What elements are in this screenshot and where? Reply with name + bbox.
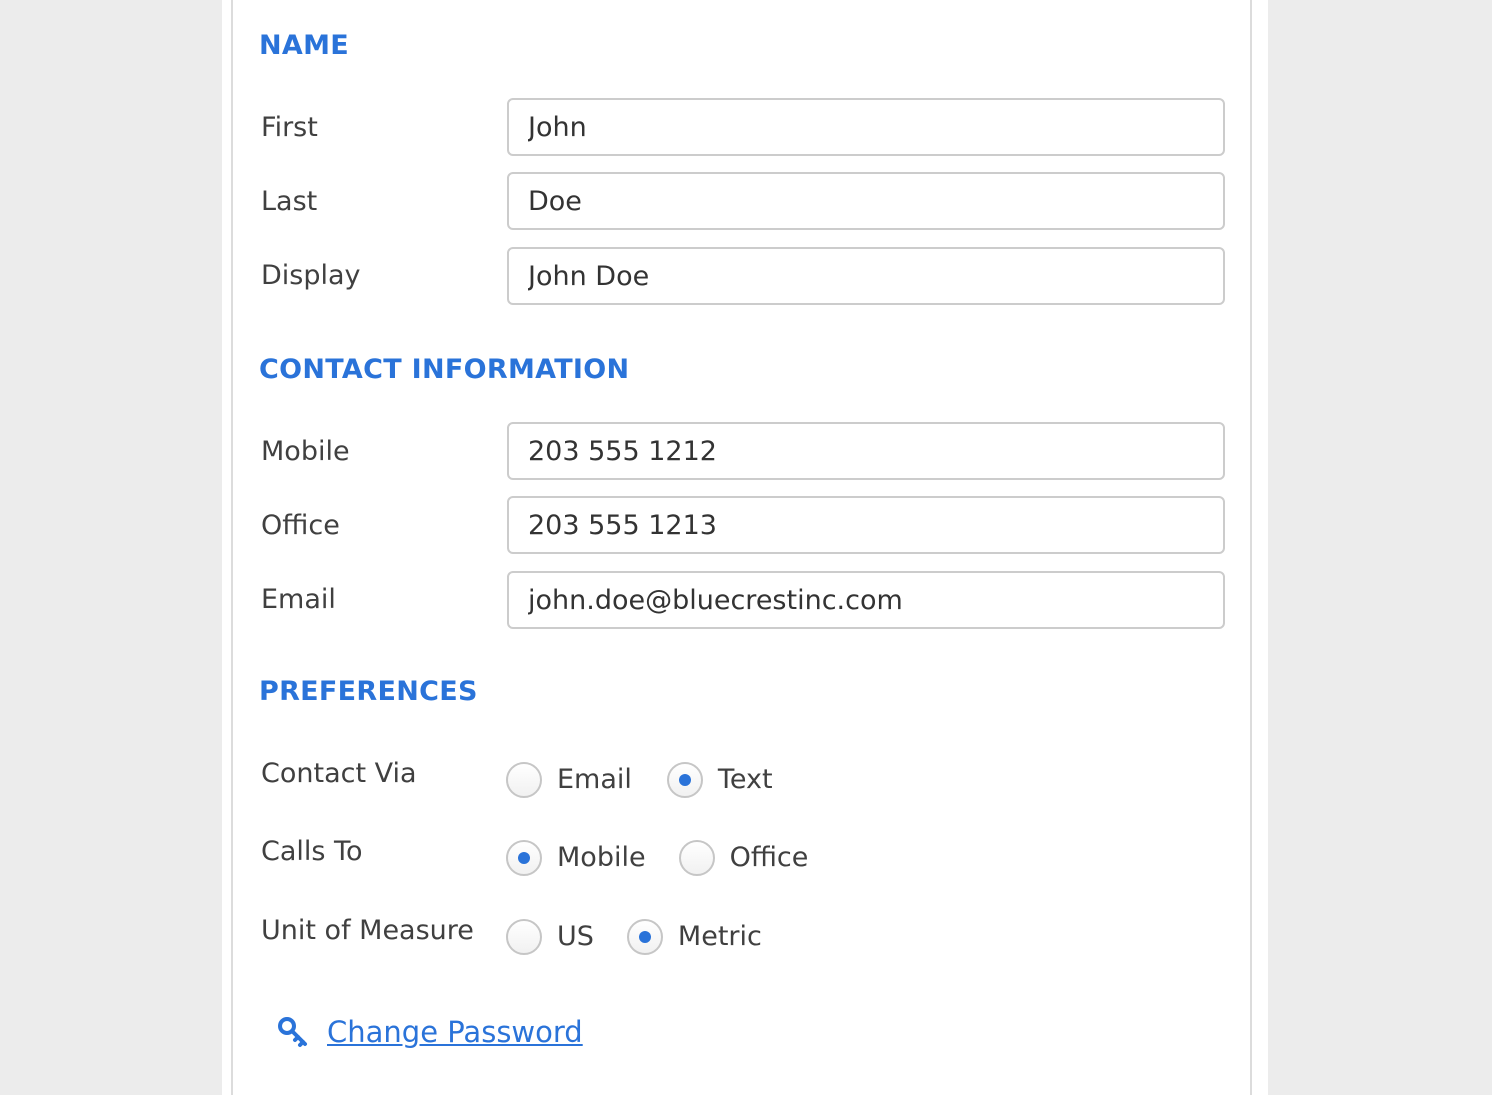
- first-name-label: First: [261, 112, 318, 143]
- unit-us-label: US: [557, 921, 594, 952]
- first-name-input[interactable]: [507, 98, 1225, 156]
- mobile-input[interactable]: [507, 422, 1225, 480]
- unit-of-measure-radio-group: US Metric: [506, 917, 762, 957]
- calls-to-office-radio[interactable]: [678, 840, 715, 876]
- unit-us-radio[interactable]: [506, 919, 542, 955]
- office-label: Office: [261, 510, 340, 541]
- office-input[interactable]: [507, 496, 1225, 554]
- section-title-name: NAME: [259, 30, 350, 61]
- calls-to-radio-group: Mobile Office: [506, 838, 808, 878]
- unit-option-us[interactable]: US: [506, 919, 594, 955]
- contact-via-option-email[interactable]: Email: [506, 762, 632, 798]
- section-title-contact: CONTACT INFORMATION: [259, 354, 630, 385]
- contact-via-email-label: Email: [557, 764, 632, 795]
- contact-via-label: Contact Via: [261, 758, 417, 789]
- mobile-label: Mobile: [261, 436, 350, 467]
- section-title-preferences: PREFERENCES: [259, 676, 478, 707]
- calls-to-option-mobile[interactable]: Mobile: [506, 840, 646, 876]
- email-label: Email: [261, 584, 336, 615]
- last-name-input[interactable]: [507, 172, 1225, 230]
- contact-via-text-radio[interactable]: [666, 762, 703, 798]
- email-input[interactable]: [507, 571, 1225, 629]
- unit-option-metric[interactable]: Metric: [626, 919, 762, 955]
- contact-via-option-text[interactable]: Text: [666, 762, 773, 798]
- calls-to-mobile-label: Mobile: [557, 842, 646, 873]
- key-icon: [276, 1014, 312, 1050]
- calls-to-mobile-radio[interactable]: [506, 840, 542, 876]
- change-password-link[interactable]: Change Password: [276, 1014, 583, 1050]
- contact-via-email-radio[interactable]: [506, 762, 542, 798]
- last-name-label: Last: [261, 186, 318, 217]
- change-password-label: Change Password: [327, 1015, 583, 1049]
- unit-metric-radio[interactable]: [626, 919, 663, 955]
- calls-to-option-office[interactable]: Office: [678, 840, 809, 876]
- contact-via-radio-group: Email Text: [506, 760, 773, 800]
- calls-to-label: Calls To: [261, 836, 363, 867]
- display-name-input[interactable]: [507, 247, 1225, 305]
- unit-of-measure-label: Unit of Measure: [261, 915, 474, 946]
- calls-to-office-label: Office: [729, 842, 809, 873]
- contact-via-text-label: Text: [717, 764, 773, 795]
- unit-metric-label: Metric: [677, 921, 762, 952]
- display-name-label: Display: [261, 260, 361, 291]
